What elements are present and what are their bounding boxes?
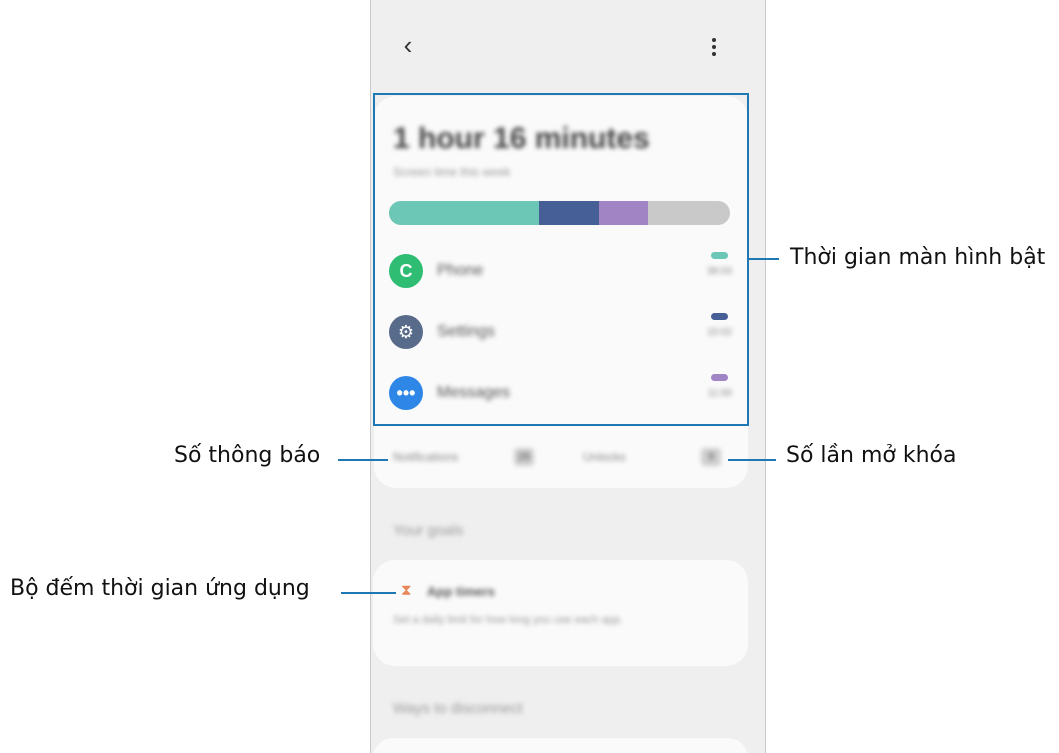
screen-time-highlight	[373, 93, 749, 426]
unlocks-callout-line	[728, 459, 776, 461]
notifications-count: 26	[514, 448, 534, 466]
hourglass-icon: ⧗	[401, 582, 412, 599]
disconnect-card[interactable]	[373, 738, 748, 753]
back-arrow-icon[interactable]: ‹	[393, 30, 423, 60]
app-bar: ‹	[371, 0, 765, 90]
more-options-icon[interactable]	[704, 30, 724, 60]
notifications-callout-line	[338, 459, 388, 461]
app-timer-callout: Bộ đếm thời gian ứng dụng	[10, 576, 310, 601]
app-timer-callout-line	[341, 592, 396, 594]
app-timers-description: Set a daily limit for how long you use e…	[393, 614, 623, 626]
unlocks-label: Unlocks	[583, 450, 626, 464]
unlocks-count: 9	[701, 448, 721, 466]
goals-section-title: Your goals	[393, 522, 464, 539]
disconnect-section-title: Ways to disconnect	[393, 700, 523, 717]
screen-time-callout: Thời gian màn hình bật	[790, 245, 1046, 270]
stats-row: Notifications 26 Unlocks 9	[393, 448, 733, 468]
notifications-label: Notifications	[393, 450, 459, 464]
unlocks-callout: Số lần mở khóa	[786, 443, 957, 468]
screen-time-callout-line	[749, 258, 779, 260]
notifications-callout: Số thông báo	[174, 443, 321, 468]
app-timers-title: App timers	[427, 584, 495, 599]
